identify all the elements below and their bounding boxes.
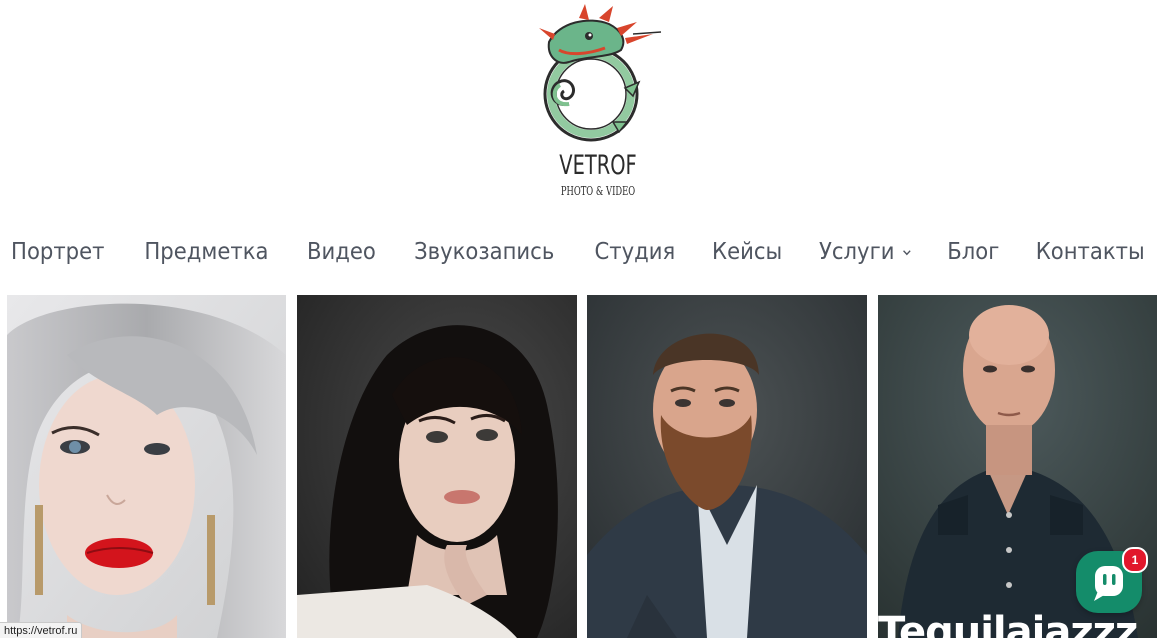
nav-item-label: Звукозапись: [414, 239, 555, 265]
nav-item-label: Видео: [306, 239, 376, 265]
gallery-tile-portrait-man-beard[interactable]: [587, 295, 867, 638]
portrait-photo: [297, 295, 577, 638]
nav-item-contacts[interactable]: Контакты: [1022, 239, 1157, 265]
chevron-down-icon: [902, 249, 911, 255]
gallery-tile-portrait-woman-silver[interactable]: [7, 295, 286, 638]
portrait-photo: [7, 295, 286, 638]
nav-item-services[interactable]: Услуги: [805, 239, 925, 265]
nav-item-video[interactable]: Видео: [293, 239, 389, 265]
nav-item-label: Предметка: [144, 239, 269, 265]
brand-name: VETROF: [559, 150, 637, 181]
chat-notification-badge: 1: [1122, 547, 1148, 573]
page: VETROF PHOTO & VIDEO Портрет Предметка В…: [0, 0, 1157, 638]
nav-item-label: Кейсы: [711, 239, 782, 265]
dragon-logo-icon: [539, 4, 662, 142]
main-navigation: Портрет Предметка Видео Звукозапись Студ…: [0, 232, 1157, 272]
nav-item-label: Блог: [947, 239, 1000, 265]
nav-item-sound-recording[interactable]: Звукозапись: [401, 239, 569, 265]
logo[interactable]: VETROF PHOTO & VIDEO: [529, 4, 667, 210]
nav-item-portrait[interactable]: Портрет: [0, 239, 118, 265]
nav-item-studio[interactable]: Студия: [580, 239, 688, 265]
nav-item-label: Услуги: [818, 239, 895, 265]
nav-item-label: Студия: [594, 239, 676, 265]
portfolio-gallery: [7, 295, 1157, 638]
nav-item-label: Портрет: [11, 239, 105, 265]
nav-item-cases[interactable]: Кейсы: [698, 239, 796, 265]
portrait-photo: [587, 295, 867, 638]
nav-item-blog[interactable]: Блог: [933, 239, 1013, 265]
nav-item-product[interactable]: Предметка: [130, 239, 282, 265]
nav-item-label: Контакты: [1036, 239, 1146, 265]
tile-overlay-title: Tequilajazzz: [878, 609, 1138, 638]
gallery-tile-portrait-woman-dark[interactable]: [297, 295, 577, 638]
browser-status-bar: https://vetrof.ru: [0, 622, 83, 638]
brand-tagline: PHOTO & VIDEO: [560, 184, 636, 198]
